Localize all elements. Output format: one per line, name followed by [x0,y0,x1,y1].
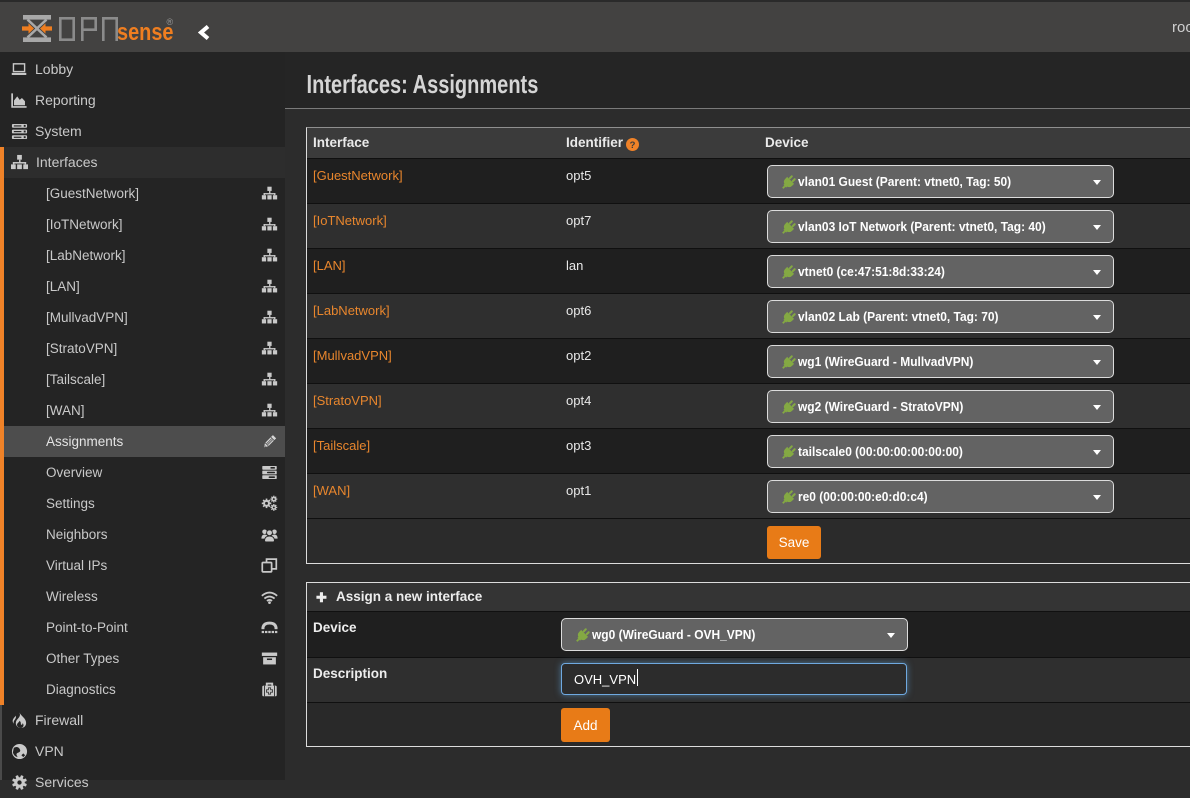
svg-text:®: ® [167,17,174,27]
svg-text:sense: sense [117,18,173,44]
svg-text:?: ? [630,140,636,151]
